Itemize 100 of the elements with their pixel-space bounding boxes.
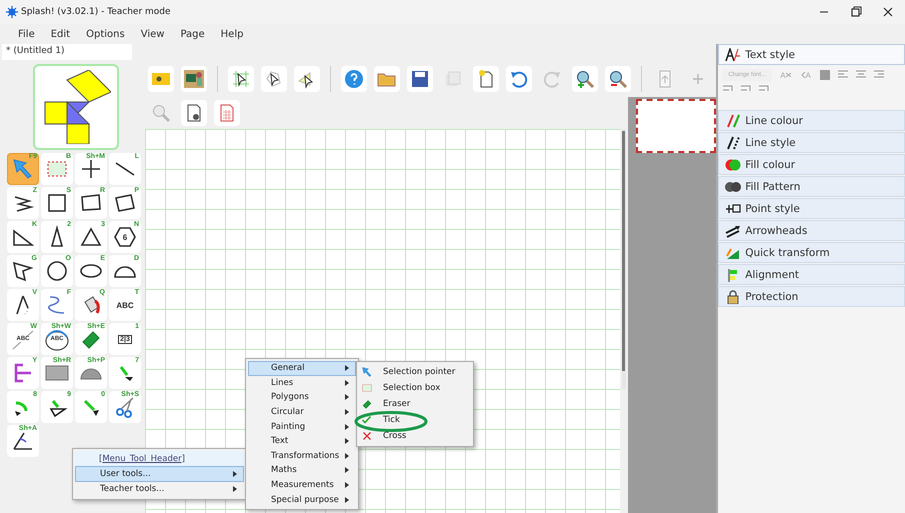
pointer-triangle-button[interactable] [294,66,320,92]
magnifier-minus-button[interactable] [605,66,631,92]
submenu-arrow-icon [345,409,349,416]
menu-item[interactable]: Tick [358,412,472,428]
document-tab[interactable]: * (Untitled 1) [2,44,132,60]
left-caret-icon [800,72,806,78]
text-style-icon [725,48,742,62]
panel-header[interactable]: Line style [718,132,905,153]
menu-item[interactable]: Edit [50,28,70,40]
panel-header-label: Alignment [745,268,800,280]
panel-header[interactable]: Protection [718,286,905,307]
undo-button[interactable] [506,66,532,92]
submenu-arrow-icon [345,467,349,474]
panel-header-label: Fill Pattern [745,180,800,192]
polygon-icon [11,259,35,283]
submenu-arrow-icon [345,438,349,444]
curved-text-icon [45,327,69,351]
magnifier-plus-button[interactable] [572,66,598,92]
panel-header-label: Quick transform [745,246,830,258]
menu-item[interactable]: Page [180,28,205,40]
panel-header[interactable]: Fill Pattern [718,176,905,197]
submenu-arrow-icon [345,380,349,386]
menu-item-label: Cross [383,431,406,441]
page-thumbnail[interactable] [33,64,119,150]
menu-item[interactable]: Transformations [248,448,356,464]
menu-item[interactable]: File [18,28,35,40]
magnifier-minus-icon [608,69,628,89]
panel-header-label: Text style [745,48,795,60]
menu-item[interactable]: Polygons [248,390,356,405]
menu-item[interactable]: Teacher tools... [75,482,244,497]
menu-item-label: Lines [271,378,294,388]
copy-icon [443,69,463,89]
folder-button[interactable] [374,66,400,92]
indent-icon [740,84,752,94]
submenu-arrow-icon [345,365,349,372]
panel-header-label: Line style [745,136,796,148]
new-page-button[interactable] [473,66,499,92]
line-break-icon [722,84,734,94]
menu-item[interactable]: Lines [248,376,356,390]
menu-item-label: Selection pointer [383,367,456,377]
square-icon [45,191,69,215]
menu-item-label: Measurements [271,480,334,490]
return-icon [758,84,770,94]
panel-header[interactable]: Quick transform [718,242,905,263]
page-minimap[interactable] [636,99,716,153]
menu-item[interactable]: User tools... [75,466,244,482]
menu-item-label: Selection box [383,383,440,393]
panel-header-label: Arrowheads [745,224,808,236]
menu-item[interactable]: Eraser [358,396,472,412]
redo-icon [542,69,562,89]
menu-item[interactable]: Selection box [358,380,472,396]
circle-icon [45,259,69,283]
menu-item[interactable]: Selection pointer [358,364,472,380]
panel-header[interactable]: Arrowheads [718,220,905,241]
bee-picture-button[interactable] [148,66,174,92]
menu-item-label: Circular [271,407,304,418]
panel-header[interactable]: Alignment [718,264,905,285]
magnifier-icon [151,103,171,123]
menu-item[interactable]: Help [220,28,244,40]
menu-item-label: Tick [383,415,400,425]
crosshair-icon [79,157,103,181]
align-center-icon [854,70,867,80]
submenu-arrow-icon [345,452,349,459]
menu-item[interactable]: Special purpose [248,492,356,507]
pointer-shape-button[interactable] [261,66,287,92]
plus-square-icon [725,202,742,216]
menu-item[interactable]: Text [248,434,356,449]
menu-item-label: Transformations [271,450,340,461]
magnifier-plus-icon [575,69,595,89]
tool-label: 6 [122,233,128,242]
panel-header[interactable]: Fill colour [718,154,905,175]
menu-item-label: Special purpose [271,494,339,505]
menu-item-label: Polygons [271,392,309,402]
hexagon-icon [113,225,137,249]
submenu-arrow-icon [345,496,349,503]
menu-item[interactable]: Circular [248,404,356,420]
help-button[interactable] [341,66,367,92]
dashed-box-icon [361,382,373,394]
menu-item[interactable]: Cross [358,428,472,444]
submenu-arrow-icon [345,394,349,400]
menu-item[interactable]: Measurements [248,478,356,492]
eraser-icon [361,398,373,410]
floppy-disk-button[interactable] [407,66,433,92]
menu-item[interactable]: Painting [248,419,356,434]
menu-item[interactable]: General [248,361,356,376]
menu-item[interactable]: Maths [248,463,356,478]
pointer-grid-button[interactable] [228,66,254,92]
panel-header[interactable]: Text style [718,44,905,65]
scrollbar[interactable] [622,129,626,389]
splat-icon [6,6,18,18]
panel-header[interactable]: Line colour [718,110,905,131]
slash-lines-icon [725,114,742,128]
menu-item[interactable]: Options [86,28,125,40]
menu-item[interactable]: View [140,28,164,40]
teacher-board-button[interactable] [181,66,207,92]
menu-item-label: Painting [271,422,306,432]
grid-page-button[interactable] [214,100,240,126]
panel-header[interactable]: Point style [718,198,905,219]
panel-header-label: Point style [745,202,800,214]
page-gear-button[interactable] [181,100,207,126]
